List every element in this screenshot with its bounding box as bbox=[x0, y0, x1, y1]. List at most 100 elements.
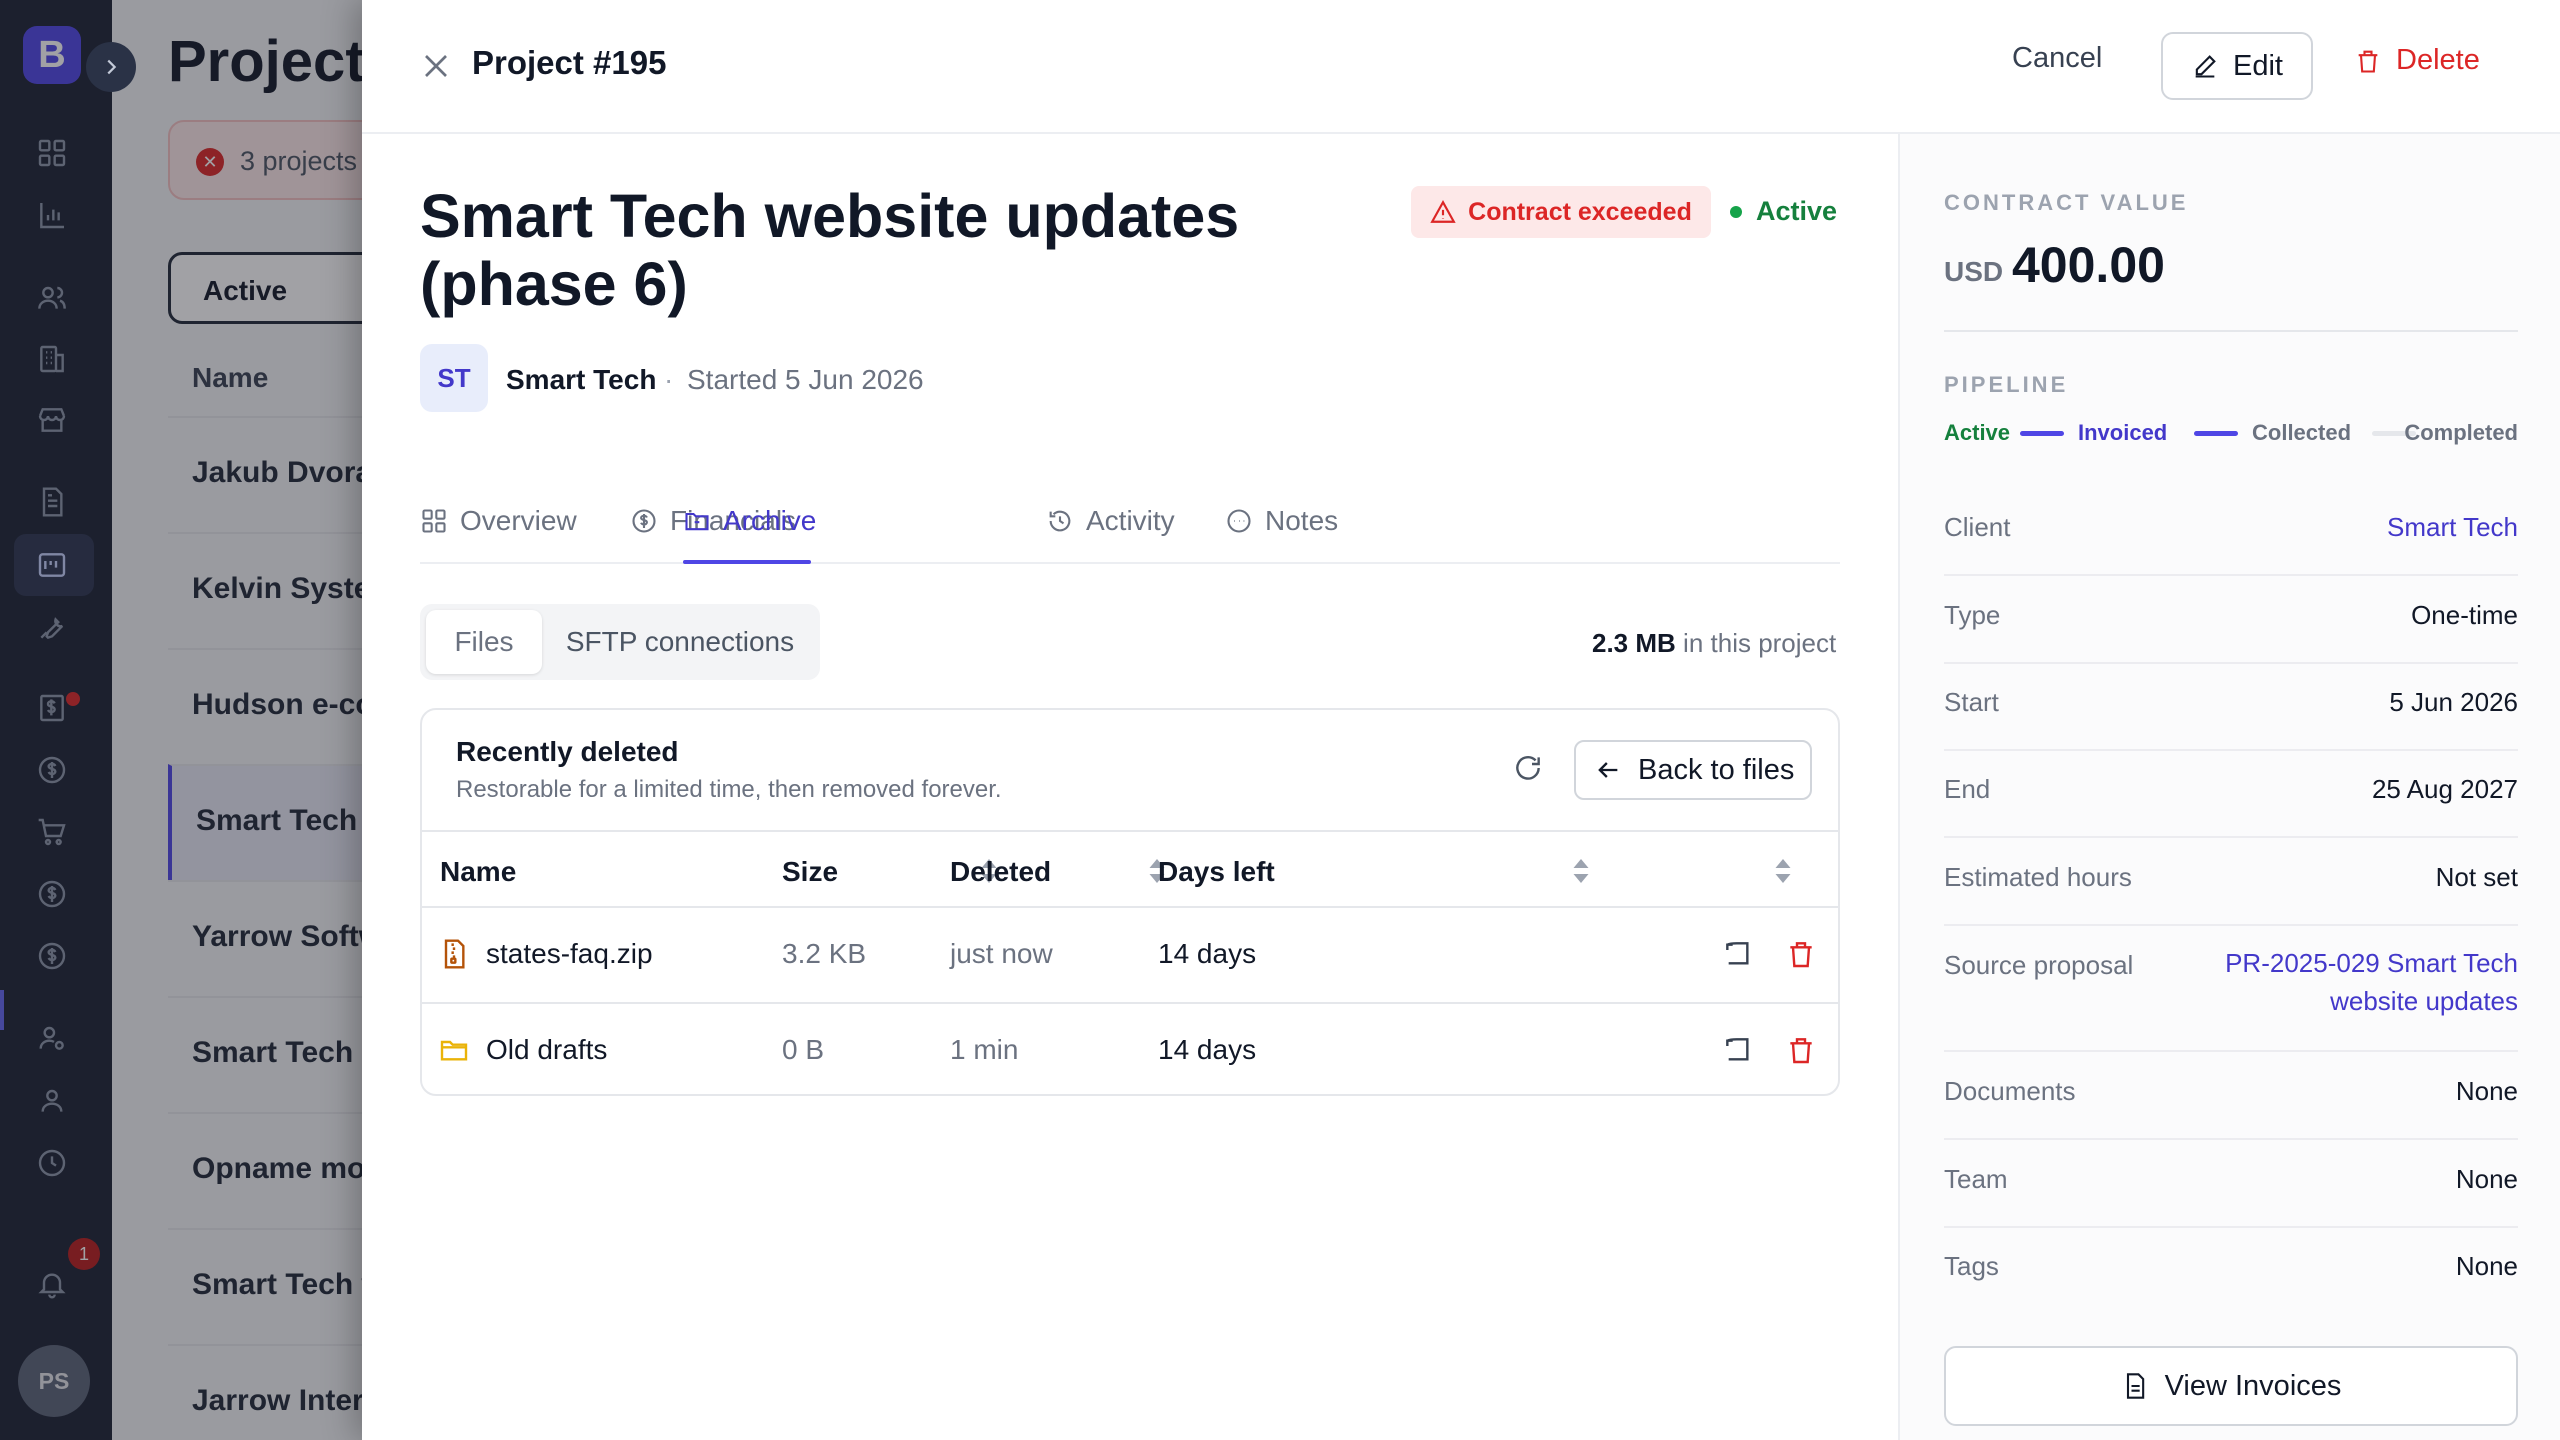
view-invoices-label: View Invoices bbox=[2164, 1369, 2342, 1402]
contract-value-label: CONTRACT VALUE bbox=[1944, 190, 2189, 215]
tab-archive[interactable]: Archive bbox=[683, 498, 816, 544]
edit-label: Edit bbox=[2233, 49, 2283, 82]
column-header-name: Name bbox=[192, 362, 269, 393]
team-icon[interactable] bbox=[36, 1085, 68, 1117]
restore-icon[interactable] bbox=[1722, 1034, 1754, 1066]
invoices-icon[interactable] bbox=[36, 692, 68, 724]
projects-icon[interactable] bbox=[36, 549, 68, 581]
pipeline-step-completed: Completed bbox=[2404, 420, 2518, 445]
detail-key: End bbox=[1944, 774, 1991, 804]
detail-row-source-proposal: Source proposal PR-2025-029 Smart Tech w… bbox=[1944, 948, 2518, 1052]
detail-value: 5 Jun 2026 bbox=[2389, 687, 2518, 717]
storage-size-value: 2.3 MB bbox=[1592, 628, 1676, 658]
project-list-row[interactable]: Opname mobile bbox=[168, 1112, 362, 1228]
chat-dots-icon bbox=[1227, 509, 1251, 533]
close-icon[interactable] bbox=[416, 46, 456, 86]
edit-button[interactable]: Edit bbox=[2161, 32, 2313, 100]
payments-dollar-icon[interactable] bbox=[36, 754, 68, 786]
pipeline-connector bbox=[2020, 431, 2064, 436]
detail-value: None bbox=[2455, 1076, 2518, 1106]
project-row-name: Yarrow Software bbox=[192, 920, 362, 953]
store-icon[interactable] bbox=[36, 404, 68, 436]
column-header-name[interactable]: Name bbox=[440, 856, 516, 888]
detail-key: Source proposal bbox=[1944, 950, 2134, 980]
delete-forever-icon[interactable] bbox=[1785, 938, 1817, 970]
subtab-sftp[interactable]: SFTP connections bbox=[552, 610, 808, 674]
subtab-files[interactable]: Files bbox=[426, 610, 542, 674]
project-list-row[interactable]: Smart Tech website bbox=[168, 764, 362, 880]
column-header-deleted[interactable]: Deleted bbox=[950, 856, 1051, 888]
filter-tab-label: Active bbox=[203, 275, 288, 306]
table-row: states-faq.zip 3.2 KB just now 14 days bbox=[422, 908, 1838, 1002]
warning-triangle-icon bbox=[1430, 200, 1456, 223]
detail-key: Start bbox=[1944, 687, 1999, 717]
tab-activity[interactable]: Activity bbox=[1046, 498, 1175, 544]
delete-label: Delete bbox=[2396, 44, 2480, 76]
trash-icon bbox=[2358, 50, 2378, 73]
meta-separator: · bbox=[664, 364, 674, 395]
tab-notes[interactable]: Notes bbox=[1225, 498, 1338, 544]
project-list-row[interactable]: Yarrow Software bbox=[168, 880, 362, 996]
error-x-icon: ✕ bbox=[196, 148, 224, 176]
user-settings-icon[interactable] bbox=[36, 1022, 68, 1054]
cart-icon[interactable] bbox=[36, 816, 68, 848]
restore-icon[interactable] bbox=[1722, 938, 1754, 970]
client-name[interactable]: Smart Tech bbox=[506, 364, 656, 396]
client-link[interactable]: Smart Tech bbox=[2387, 512, 2518, 543]
collapse-chevron-icon[interactable] bbox=[86, 42, 136, 92]
detail-row-team: Team None bbox=[1944, 1164, 2518, 1228]
app-logo[interactable]: B bbox=[23, 26, 81, 84]
sort-icon[interactable] bbox=[1774, 856, 1792, 886]
user-avatar[interactable]: PS bbox=[18, 1345, 90, 1417]
reports-chart-icon[interactable] bbox=[36, 199, 68, 231]
folder-icon bbox=[438, 1034, 470, 1066]
column-header-size[interactable]: Size bbox=[782, 856, 838, 888]
project-row-name: Smart Tech website bbox=[196, 804, 362, 837]
project-row-name: Opname mobile bbox=[192, 1152, 362, 1185]
projects-alert: ✕ 3 projects w bbox=[168, 120, 362, 200]
time-clock-icon[interactable] bbox=[36, 1147, 68, 1179]
tools-wrench-icon[interactable] bbox=[36, 611, 68, 643]
dashboard-icon[interactable] bbox=[36, 137, 68, 169]
project-row-name: Jarrow Interiors bbox=[192, 1384, 362, 1417]
project-row-name: Smart Tech w bbox=[192, 1268, 362, 1301]
project-list-row[interactable]: Jarrow Interiors bbox=[168, 1344, 362, 1440]
source-proposal-link[interactable]: PR-2025-029 Smart Tech website updates bbox=[2188, 944, 2518, 1020]
column-header-days-left[interactable]: Days left bbox=[1158, 856, 1275, 888]
project-list-row[interactable]: Kelvin Systems bbox=[168, 532, 362, 648]
status-text: Active bbox=[1756, 196, 1838, 226]
invoices-alert-dot bbox=[66, 692, 80, 706]
project-list-row[interactable]: Jakub Dvorak bbox=[168, 416, 362, 532]
back-to-files-button[interactable]: Back to files bbox=[1574, 740, 1813, 800]
drawer-tabs: Overview Financials Archive Activity Not… bbox=[420, 478, 1840, 564]
delete-button[interactable]: Delete bbox=[2354, 44, 2480, 77]
project-list-row[interactable]: Smart Tech fi bbox=[168, 996, 362, 1112]
billing-dollar-icon[interactable] bbox=[36, 940, 68, 972]
detail-value: None bbox=[2455, 1164, 2518, 1194]
documents-icon[interactable] bbox=[36, 486, 68, 518]
notification-count-badge: 1 bbox=[68, 1238, 100, 1270]
contacts-icon[interactable] bbox=[36, 282, 68, 314]
sort-icon[interactable] bbox=[1572, 856, 1590, 886]
projects-page-background: Projects ✕ 3 projects w Active 43 Name J… bbox=[112, 0, 362, 1440]
refresh-icon[interactable] bbox=[1512, 752, 1544, 784]
project-row-name: Hudson e-commerce bbox=[192, 688, 362, 721]
contract-amount: 400.00 bbox=[2012, 237, 2165, 293]
cancel-button[interactable]: Cancel bbox=[2012, 42, 2102, 75]
zip-file-icon bbox=[438, 938, 470, 970]
started-date: Started 5 Jun 2026 bbox=[687, 364, 924, 395]
detail-key: Client bbox=[1944, 512, 2011, 542]
companies-building-icon[interactable] bbox=[36, 343, 68, 375]
view-invoices-button[interactable]: View Invoices bbox=[1944, 1346, 2518, 1426]
expenses-dollar-icon[interactable] bbox=[36, 878, 68, 910]
project-list-row[interactable]: Smart Tech w bbox=[168, 1228, 362, 1344]
filter-tab-active[interactable]: Active 43 bbox=[168, 252, 362, 324]
recently-deleted-card: Recently deleted Restorable for a limite… bbox=[420, 708, 1840, 1096]
detail-key: Team bbox=[1944, 1164, 2008, 1194]
delete-forever-icon[interactable] bbox=[1785, 1034, 1817, 1066]
detail-row-end: End 25 Aug 2027 bbox=[1944, 774, 2518, 838]
pipeline-step-collected: Collected bbox=[2252, 420, 2352, 445]
tab-overview[interactable]: Overview bbox=[420, 498, 577, 544]
notifications-bell-icon[interactable] bbox=[36, 1268, 68, 1300]
project-list-row[interactable]: Hudson e-commerce bbox=[168, 648, 362, 764]
